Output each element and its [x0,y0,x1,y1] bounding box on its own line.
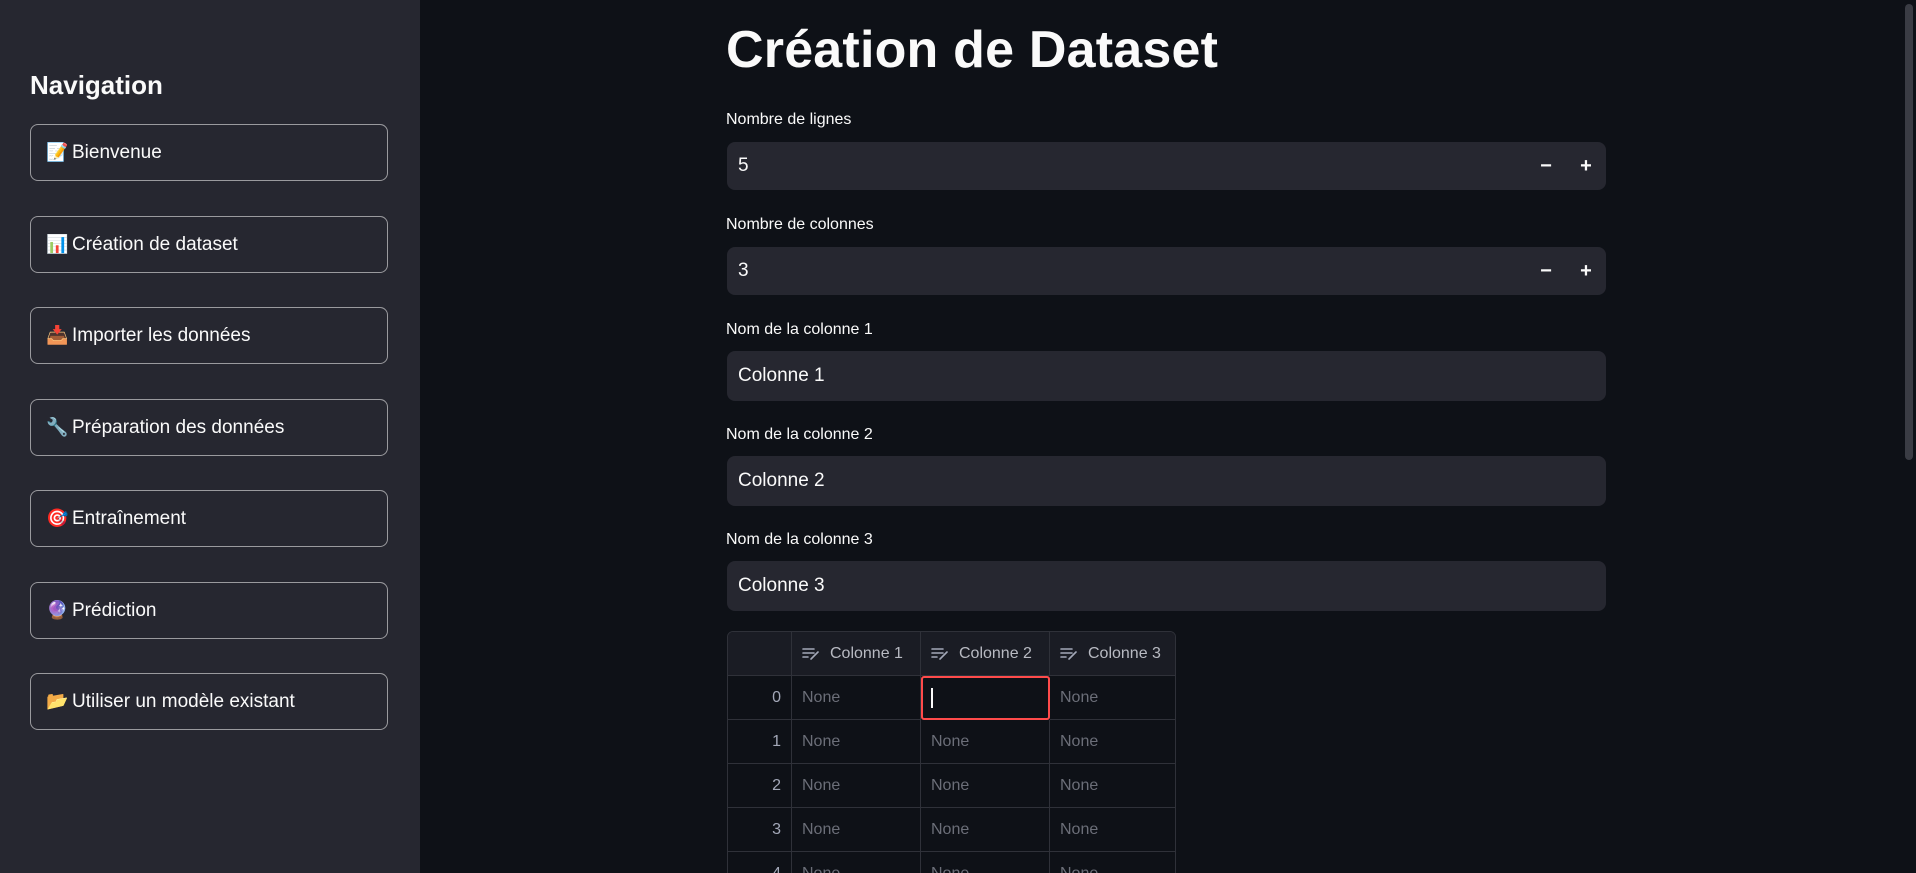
nav-button-preparation[interactable]: 🔧 Préparation des données [30,399,388,456]
table-cell[interactable]: None [792,764,921,808]
column-header-label: Colonne 3 [1088,644,1161,662]
col3-name-input[interactable]: Colonne 3 [727,561,1606,611]
memo-icon: 📝 [46,142,69,163]
row-index: 1 [728,720,792,764]
row-index: 2 [728,764,792,808]
text-edit-icon [802,647,820,661]
col1-name-label: Nom de la colonne 1 [726,321,873,338]
table-cell[interactable]: None [1050,676,1175,720]
rows-decrement-button[interactable]: − [1526,155,1566,178]
rows-number-input[interactable]: 5 − + [727,142,1606,190]
inbox-tray-icon: 📥 [46,325,69,346]
table-cell[interactable]: None [921,720,1050,764]
text-caret [931,687,933,708]
sidebar: Navigation 📝 Bienvenue 📊 Création de dat… [0,0,420,873]
table-cell[interactable]: None [1050,852,1175,873]
page-scrollbar-thumb[interactable] [1905,4,1913,460]
table-row: 4 None None None [728,852,1175,873]
page-title: Création de Dataset [726,21,1219,79]
page-scrollbar[interactable] [1902,0,1916,873]
col2-name-label: Nom de la colonne 2 [726,426,873,443]
table-cell[interactable]: None [1050,764,1175,808]
nav-button-creation-dataset[interactable]: 📊 Création de dataset [30,216,388,273]
cols-increment-button[interactable]: + [1566,260,1606,283]
nav-button-prediction[interactable]: 🔮 Prédiction [30,582,388,639]
col1-name-input[interactable]: Colonne 1 [727,351,1606,401]
table-cell[interactable]: None [1050,808,1175,852]
column-header[interactable]: Colonne 1 [792,632,921,676]
wrench-icon: 🔧 [46,417,69,438]
table-row: 1 None None None [728,720,1175,764]
text-edit-icon [931,647,949,661]
column-header[interactable]: Colonne 3 [1050,632,1175,676]
rows-label: Nombre de lignes [726,111,852,128]
nav-button-label: Création de dataset [72,233,238,255]
nav-button-label: Bienvenue [72,141,162,163]
cols-number-input[interactable]: 3 − + [727,247,1606,295]
row-index: 3 [728,808,792,852]
column-header-label: Colonne 1 [830,644,903,662]
rows-increment-button[interactable]: + [1566,155,1606,178]
folder-icon: 📂 [46,691,69,712]
col3-name-label: Nom de la colonne 3 [726,531,873,548]
target-icon: 🎯 [46,508,69,529]
bar-chart-icon: 📊 [46,234,69,255]
row-index: 4 [728,852,792,873]
table-cell[interactable]: None [792,852,921,873]
crystal-ball-icon: 🔮 [46,600,69,621]
row-index: 0 [728,676,792,720]
column-header-label: Colonne 2 [959,644,1032,662]
cols-label: Nombre de colonnes [726,216,874,233]
cols-value[interactable]: 3 [738,260,1526,282]
app: Navigation 📝 Bienvenue 📊 Création de dat… [0,0,1916,873]
nav-button-label: Préparation des données [72,416,285,438]
rows-value[interactable]: 5 [738,155,1526,177]
sidebar-title: Navigation [30,70,163,100]
index-header [728,632,792,676]
cols-decrement-button[interactable]: − [1526,260,1566,283]
table-cell[interactable]: None [792,676,921,720]
nav-button-label: Entraînement [72,507,187,529]
column-header[interactable]: Colonne 2 [921,632,1050,676]
text-edit-icon [1060,647,1078,661]
table-cell[interactable]: None [921,852,1050,873]
table-cell[interactable]: None [1050,720,1175,764]
nav-button-label: Utiliser un modèle existant [72,690,295,712]
nav-button-entrainement[interactable]: 🎯 Entraînement [30,490,388,547]
nav-button-label: Prédiction [72,599,157,621]
nav-button-importer[interactable]: 📥 Importer les données [30,307,388,364]
table-cell[interactable]: None [921,764,1050,808]
table-header-row: Colonne 1 Colonne 2 Colonne 3 [728,632,1175,676]
table-row: 3 None None None [728,808,1175,852]
table-row: 2 None None None [728,764,1175,808]
table-cell[interactable]: None [921,808,1050,852]
table-row: 0 None None [728,676,1175,720]
active-table-cell[interactable] [921,676,1050,720]
table-cell[interactable]: None [792,720,921,764]
col2-name-input[interactable]: Colonne 2 [727,456,1606,506]
table-cell[interactable]: None [792,808,921,852]
nav-button-modele-existant[interactable]: 📂 Utiliser un modèle existant [30,673,388,730]
nav-button-bienvenue[interactable]: 📝 Bienvenue [30,124,388,181]
data-editor[interactable]: Colonne 1 Colonne 2 Colonne 3 0 None Non… [727,631,1176,873]
nav-button-label: Importer les données [72,324,251,346]
